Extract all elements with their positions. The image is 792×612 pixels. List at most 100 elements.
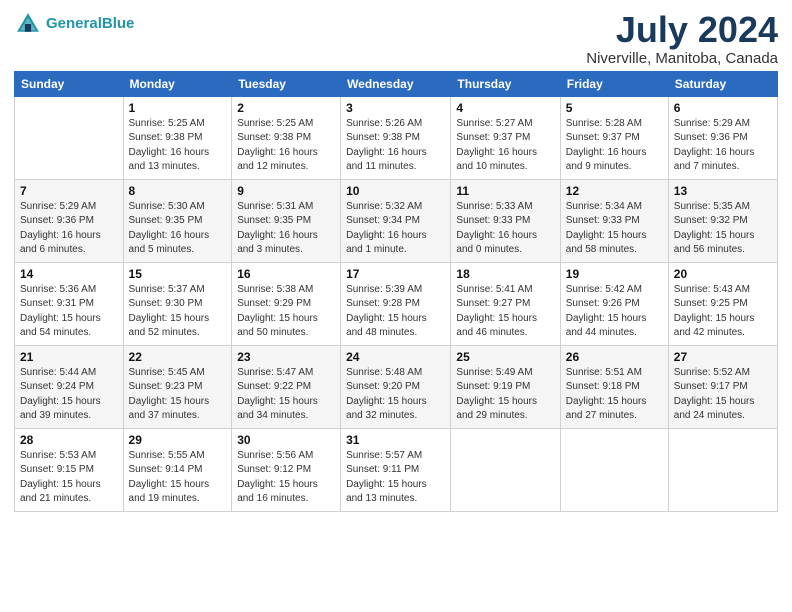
calendar-cell: 13 Sunrise: 5:35 AM Sunset: 9:32 PM Dayli…: [668, 179, 777, 262]
day-number: 16: [237, 267, 335, 281]
day-info: Sunrise: 5:29 AM Sunset: 9:36 PM Dayligh…: [20, 200, 118, 258]
day-info: Sunrise: 5:55 AM Sunset: 9:14 PM Dayligh…: [129, 449, 227, 507]
day-number: 28: [20, 433, 118, 447]
calendar-cell: 1 Sunrise: 5:25 AM Sunset: 9:38 PM Daylig…: [123, 96, 232, 179]
calendar-cell: 20Sunrise: 5:43 AM Sunset: 9:25 PM Dayli…: [668, 262, 777, 345]
calendar-cell: 4 Sunrise: 5:27 AM Sunset: 9:37 PM Daylig…: [451, 96, 560, 179]
day-number: 31: [346, 433, 445, 447]
header-tuesday: Tuesday: [232, 71, 341, 96]
logo-blue: Blue: [102, 15, 135, 32]
day-info: Sunrise: 5:41 AM Sunset: 9:27 PM Dayligh…: [456, 283, 554, 341]
calendar-cell: 24Sunrise: 5:48 AM Sunset: 9:20 PM Dayli…: [341, 345, 451, 428]
calendar-cell: 31 Sunrise: 5:57 AM Sunset: 9:11 PM Dayli…: [341, 428, 451, 511]
day-number: 1: [129, 101, 227, 115]
calendar-cell: 14 Sunrise: 5:36 AM Sunset: 9:31 PM Dayli…: [15, 262, 124, 345]
calendar-cell: 30 Sunrise: 5:56 AM Sunset: 9:12 PM Dayli…: [232, 428, 341, 511]
day-info: Sunrise: 5:36 AM Sunset: 9:31 PM Dayligh…: [20, 283, 118, 341]
day-info: Sunrise: 5:45 AM Sunset: 9:23 PM Dayligh…: [129, 366, 227, 424]
day-info: Sunrise: 5:49 AM Sunset: 9:19 PM Dayligh…: [456, 366, 554, 424]
calendar-cell: 17Sunrise: 5:39 AM Sunset: 9:28 PM Dayli…: [341, 262, 451, 345]
day-info: Sunrise: 5:25 AM Sunset: 9:38 PM Dayligh…: [237, 117, 335, 175]
day-info: Sunrise: 5:25 AM Sunset: 9:38 PM Dayligh…: [129, 117, 227, 175]
day-info: Sunrise: 5:30 AM Sunset: 9:35 PM Dayligh…: [129, 200, 227, 258]
calendar-cell: [668, 428, 777, 511]
logo-general: General: [46, 15, 102, 32]
day-info: Sunrise: 5:44 AM Sunset: 9:24 PM Dayligh…: [20, 366, 118, 424]
day-number: 4: [456, 101, 554, 115]
header-wednesday: Wednesday: [341, 71, 451, 96]
header-saturday: Saturday: [668, 71, 777, 96]
logo-text: GeneralBlue: [46, 16, 134, 33]
day-number: 12: [566, 184, 663, 198]
calendar-cell: 21 Sunrise: 5:44 AM Sunset: 9:24 PM Dayli…: [15, 345, 124, 428]
day-info: Sunrise: 5:47 AM Sunset: 9:22 PM Dayligh…: [237, 366, 335, 424]
calendar-cell: 10Sunrise: 5:32 AM Sunset: 9:34 PM Dayli…: [341, 179, 451, 262]
day-number: 5: [566, 101, 663, 115]
day-number: 3: [346, 101, 445, 115]
calendar-cell: 8Sunrise: 5:30 AM Sunset: 9:35 PM Daylig…: [123, 179, 232, 262]
calendar-cell: 29 Sunrise: 5:55 AM Sunset: 9:14 PM Dayli…: [123, 428, 232, 511]
calendar-cell: [560, 428, 668, 511]
day-info: Sunrise: 5:35 AM Sunset: 9:32 PM Dayligh…: [674, 200, 772, 258]
day-info: Sunrise: 5:27 AM Sunset: 9:37 PM Dayligh…: [456, 117, 554, 175]
day-number: 25: [456, 350, 554, 364]
calendar-cell: 5 Sunrise: 5:28 AM Sunset: 9:37 PM Daylig…: [560, 96, 668, 179]
calendar-cell: 27 Sunrise: 5:52 AM Sunset: 9:17 PM Dayli…: [668, 345, 777, 428]
day-number: 14: [20, 267, 118, 281]
header-monday: Monday: [123, 71, 232, 96]
calendar-cell: 11 Sunrise: 5:33 AM Sunset: 9:33 PM Dayli…: [451, 179, 560, 262]
day-info: Sunrise: 5:56 AM Sunset: 9:12 PM Dayligh…: [237, 449, 335, 507]
day-number: 13: [674, 184, 772, 198]
day-number: 22: [129, 350, 227, 364]
day-info: Sunrise: 5:43 AM Sunset: 9:25 PM Dayligh…: [674, 283, 772, 341]
day-number: 15: [129, 267, 227, 281]
calendar-cell: 23 Sunrise: 5:47 AM Sunset: 9:22 PM Dayli…: [232, 345, 341, 428]
day-info: Sunrise: 5:28 AM Sunset: 9:37 PM Dayligh…: [566, 117, 663, 175]
day-number: 6: [674, 101, 772, 115]
day-info: Sunrise: 5:38 AM Sunset: 9:29 PM Dayligh…: [237, 283, 335, 341]
day-number: 29: [129, 433, 227, 447]
calendar-week-row: 21 Sunrise: 5:44 AM Sunset: 9:24 PM Dayli…: [15, 345, 778, 428]
calendar-cell: [451, 428, 560, 511]
calendar-cell: 9Sunrise: 5:31 AM Sunset: 9:35 PM Daylig…: [232, 179, 341, 262]
day-number: 27: [674, 350, 772, 364]
day-info: Sunrise: 5:33 AM Sunset: 9:33 PM Dayligh…: [456, 200, 554, 258]
day-number: 7: [20, 184, 118, 198]
month-year-title: July 2024: [586, 10, 778, 50]
calendar-week-row: 28 Sunrise: 5:53 AM Sunset: 9:15 PM Dayli…: [15, 428, 778, 511]
day-number: 21: [20, 350, 118, 364]
calendar-cell: 19Sunrise: 5:42 AM Sunset: 9:26 PM Dayli…: [560, 262, 668, 345]
day-info: Sunrise: 5:57 AM Sunset: 9:11 PM Dayligh…: [346, 449, 445, 507]
day-info: Sunrise: 5:26 AM Sunset: 9:38 PM Dayligh…: [346, 117, 445, 175]
calendar-body: 1 Sunrise: 5:25 AM Sunset: 9:38 PM Daylig…: [15, 96, 778, 511]
day-number: 17: [346, 267, 445, 281]
header: GeneralBlue July 2024 Niverville, Manito…: [14, 10, 778, 67]
day-info: Sunrise: 5:31 AM Sunset: 9:35 PM Dayligh…: [237, 200, 335, 258]
day-number: 18: [456, 267, 554, 281]
calendar-cell: [15, 96, 124, 179]
location-title: Niverville, Manitoba, Canada: [586, 50, 778, 67]
day-info: Sunrise: 5:29 AM Sunset: 9:36 PM Dayligh…: [674, 117, 772, 175]
day-info: Sunrise: 5:32 AM Sunset: 9:34 PM Dayligh…: [346, 200, 445, 258]
calendar-cell: 28 Sunrise: 5:53 AM Sunset: 9:15 PM Dayli…: [15, 428, 124, 511]
header-thursday: Thursday: [451, 71, 560, 96]
calendar-cell: 16 Sunrise: 5:38 AM Sunset: 9:29 PM Dayli…: [232, 262, 341, 345]
header-friday: Friday: [560, 71, 668, 96]
day-info: Sunrise: 5:42 AM Sunset: 9:26 PM Dayligh…: [566, 283, 663, 341]
calendar-week-row: 7 Sunrise: 5:29 AM Sunset: 9:36 PM Daylig…: [15, 179, 778, 262]
day-info: Sunrise: 5:53 AM Sunset: 9:15 PM Dayligh…: [20, 449, 118, 507]
calendar-cell: 2 Sunrise: 5:25 AM Sunset: 9:38 PM Daylig…: [232, 96, 341, 179]
logo: GeneralBlue: [14, 10, 134, 38]
day-number: 24: [346, 350, 445, 364]
day-number: 23: [237, 350, 335, 364]
days-header-row: Sunday Monday Tuesday Wednesday Thursday…: [15, 71, 778, 96]
calendar-cell: 18 Sunrise: 5:41 AM Sunset: 9:27 PM Dayli…: [451, 262, 560, 345]
day-number: 26: [566, 350, 663, 364]
day-number: 11: [456, 184, 554, 198]
calendar-cell: 22 Sunrise: 5:45 AM Sunset: 9:23 PM Dayli…: [123, 345, 232, 428]
day-number: 30: [237, 433, 335, 447]
page-container: GeneralBlue July 2024 Niverville, Manito…: [0, 0, 792, 518]
day-number: 2: [237, 101, 335, 115]
day-info: Sunrise: 5:34 AM Sunset: 9:33 PM Dayligh…: [566, 200, 663, 258]
day-info: Sunrise: 5:52 AM Sunset: 9:17 PM Dayligh…: [674, 366, 772, 424]
